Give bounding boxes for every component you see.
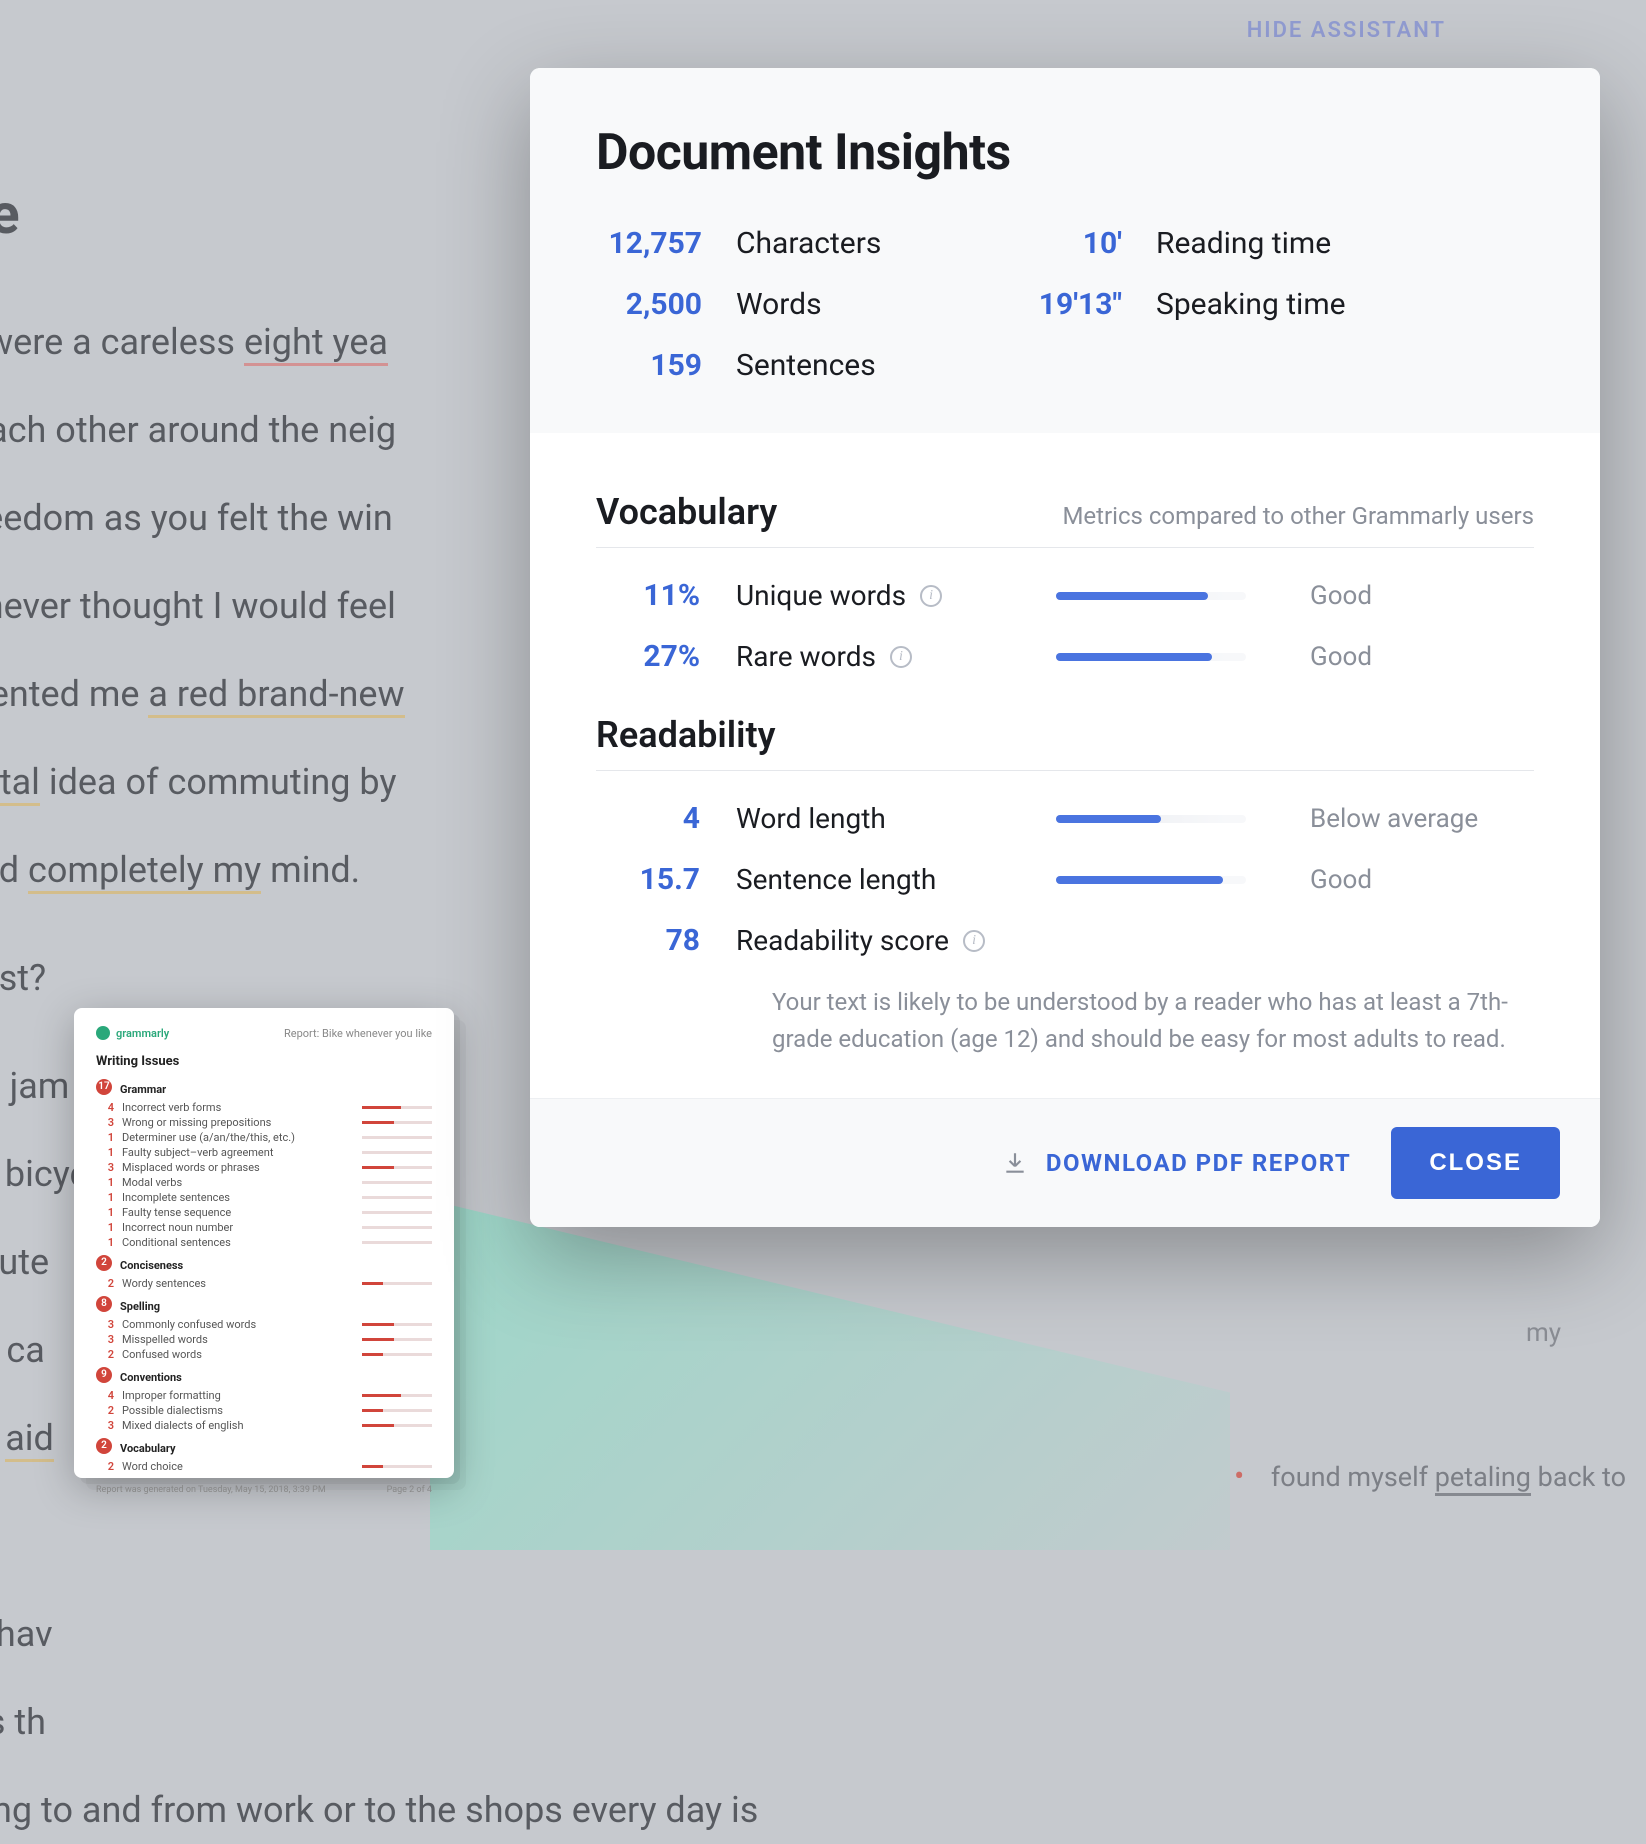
rare-words-value: 27%	[596, 639, 736, 674]
info-icon[interactable]: i	[963, 930, 985, 952]
unique-words-rating: Good	[1276, 581, 1534, 611]
issue-category: Conventions	[120, 1371, 182, 1384]
issue-row: 1Modal verbs	[96, 1176, 432, 1189]
stat-sentences-label: Sentences	[736, 348, 996, 383]
issue-row: 1Conditional sentences	[96, 1236, 432, 1249]
stat-sentences-value: 159	[596, 348, 736, 383]
sentence-length-value: 15.7	[596, 862, 736, 897]
issue-row: 4Incorrect verb forms	[96, 1101, 432, 1114]
suggestion-list-item[interactable]: found myself petaling back to	[1234, 1459, 1626, 1494]
issue-category: Vocabulary	[120, 1442, 176, 1455]
pdf-section-heading: Writing Issues	[96, 1054, 432, 1069]
issue-category: Conciseness	[120, 1259, 183, 1272]
stat-characters-label: Characters	[736, 226, 996, 261]
word-length-label: Word length	[736, 802, 886, 835]
readability-explanation: Your text is likely to be understood by …	[596, 984, 1534, 1058]
stat-speaking-label: Speaking time	[1156, 287, 1534, 322]
stat-words-label: Words	[736, 287, 996, 322]
issue-count-badge: 8	[96, 1296, 112, 1312]
issue-count-badge: 9	[96, 1367, 112, 1383]
issue-row: 1Incomplete sentences	[96, 1191, 432, 1204]
info-icon[interactable]: i	[890, 646, 912, 668]
unique-words-value: 11%	[596, 578, 736, 613]
issue-row: 4Improper formatting	[96, 1389, 432, 1402]
issue-category: Spelling	[120, 1300, 160, 1313]
pdf-footer-timestamp: Report was generated on Tuesday, May 15,…	[96, 1485, 326, 1495]
grammarly-logo: grammarly	[96, 1026, 169, 1040]
download-icon	[1002, 1150, 1028, 1176]
close-button[interactable]: CLOSE	[1391, 1127, 1560, 1199]
modal-title: Document Insights	[596, 124, 1534, 182]
rare-words-bar	[1056, 653, 1246, 661]
pdf-footer-page: Page 2 of 4	[387, 1485, 432, 1495]
stat-reading-label: Reading time	[1156, 226, 1534, 261]
sentence-length-label: Sentence length	[736, 863, 936, 896]
pdf-report-preview: grammarly Report: Bike whenever you like…	[74, 1008, 454, 1478]
stat-words-value: 2,500	[596, 287, 736, 322]
issue-category: Grammar	[120, 1083, 166, 1096]
bar-fill	[1056, 592, 1208, 600]
issue-row: 3Mixed dialects of english	[96, 1419, 432, 1432]
word-length-value: 4	[596, 801, 736, 836]
rare-words-rating: Good	[1276, 642, 1534, 672]
stat-characters-value: 12,757	[596, 226, 736, 261]
readability-score-value: 78	[596, 923, 736, 958]
stat-reading-value: 10′	[996, 226, 1156, 261]
document-insights-modal: Document Insights 12,757 Characters 10′ …	[530, 68, 1600, 1227]
readability-heading: Readability	[596, 714, 775, 756]
unique-words-label: Unique words	[736, 579, 906, 612]
stat-speaking-value: 19′13″	[996, 287, 1156, 322]
issue-row: 3Misspelled words	[96, 1333, 432, 1346]
sentence-length-rating: Good	[1276, 865, 1534, 895]
download-pdf-button[interactable]: DOWNLOAD PDF REPORT	[1002, 1149, 1351, 1177]
issue-row: 2Confused words	[96, 1348, 432, 1361]
rare-words-label: Rare words	[736, 640, 876, 673]
issue-count-badge: 17	[96, 1079, 112, 1095]
issue-row: 1Faulty subject–verb agreement	[96, 1146, 432, 1159]
pdf-report-title: Report: Bike whenever you like	[284, 1027, 432, 1040]
readability-score-label: Readability score	[736, 924, 949, 957]
hide-assistant-link[interactable]: HIDE ASSISTANT	[1247, 18, 1446, 43]
word-length-bar	[1056, 815, 1246, 823]
info-icon[interactable]: i	[920, 585, 942, 607]
unique-words-bar	[1056, 592, 1246, 600]
issue-row: 3Wrong or missing prepositions	[96, 1116, 432, 1129]
vocabulary-subtext: Metrics compared to other Grammarly user…	[1062, 502, 1534, 530]
issue-row: 1Faulty tense sequence	[96, 1206, 432, 1219]
issue-row: 2Possible dialectisms	[96, 1404, 432, 1417]
issue-row: 2Wordy sentences	[96, 1277, 432, 1290]
sentence-length-bar	[1056, 876, 1246, 884]
word-length-rating: Below average	[1276, 804, 1534, 834]
issue-row: 3Misplaced words or phrases	[96, 1161, 432, 1174]
issue-row: 1Incorrect noun number	[96, 1221, 432, 1234]
vocabulary-heading: Vocabulary	[596, 491, 777, 533]
issue-count-badge: 2	[96, 1438, 112, 1454]
issue-row: 1Determiner use (a/an/the/this, etc.)	[96, 1131, 432, 1144]
issue-row: 2Word choice	[96, 1460, 432, 1473]
issue-row: 3Commonly confused words	[96, 1318, 432, 1331]
issue-count-badge: 2	[96, 1255, 112, 1271]
